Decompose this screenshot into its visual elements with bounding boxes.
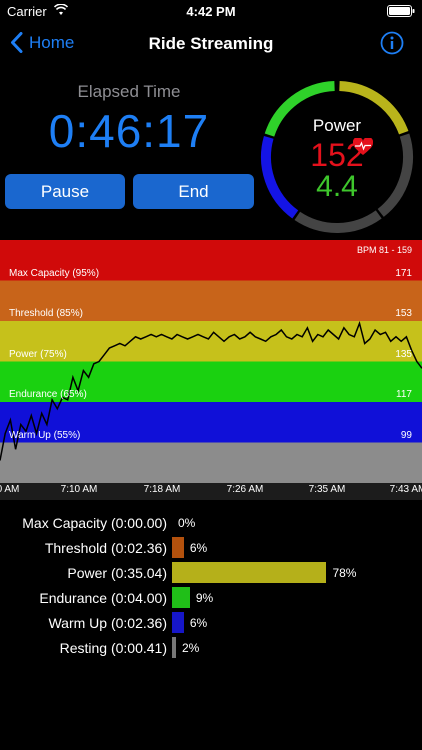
summary-bar bbox=[172, 587, 190, 608]
summary-label: Warm Up (0:02.36) bbox=[48, 615, 167, 631]
summary-label: Resting (0:00.41) bbox=[59, 640, 167, 656]
summary-row: Power (0:35.04) 78% bbox=[0, 561, 422, 586]
zone-threshold-value: 135 bbox=[395, 348, 412, 360]
end-button[interactable]: End bbox=[133, 174, 254, 209]
heart-rate-value: 152 bbox=[259, 137, 415, 174]
summary-label: Power (0:35.04) bbox=[67, 565, 167, 581]
elapsed-time-value: 0:46:17 bbox=[48, 105, 210, 157]
x-tick-label: 7:26 AM bbox=[226, 484, 264, 495]
pause-button[interactable]: Pause bbox=[5, 174, 125, 209]
status-bar: Carrier 4:42 PM bbox=[0, 0, 422, 22]
x-tick-label: 7:18 AM bbox=[143, 484, 181, 495]
summary-row: Warm Up (0:02.36) 6% bbox=[0, 611, 422, 636]
x-tick-label: 7:43 AM bbox=[389, 484, 422, 495]
heart-rate-chart-svg bbox=[0, 240, 422, 500]
gauge-arc-max bbox=[294, 210, 382, 233]
x-tick-label: 7:10 AM bbox=[60, 484, 98, 495]
zone-band bbox=[0, 442, 422, 483]
summary-bar bbox=[172, 612, 184, 633]
zone-label: Max Capacity (95%) bbox=[9, 267, 100, 279]
speed-value: 4.4 bbox=[316, 170, 358, 203]
nav-bar: Home Ride Streaming bbox=[0, 22, 422, 66]
heart-icon bbox=[353, 138, 373, 155]
zone-threshold-value: 171 bbox=[395, 267, 412, 279]
info-icon[interactable] bbox=[380, 31, 404, 55]
zone-label: Power (75%) bbox=[9, 348, 67, 360]
status-time: 4:42 PM bbox=[186, 4, 236, 19]
summary-row: Endurance (0:04.00) 9% bbox=[0, 586, 422, 611]
summary-bar bbox=[172, 537, 184, 558]
summary-percent: 6% bbox=[189, 616, 208, 630]
x-tick-label: 7:35 AM bbox=[308, 484, 346, 495]
summary-row: Threshold (0:02.36) 6% bbox=[0, 536, 422, 561]
summary-percent: 0% bbox=[178, 516, 196, 530]
battery-icon bbox=[387, 5, 415, 17]
zone-threshold-value: 117 bbox=[396, 389, 412, 400]
gauge-zone-label: Power bbox=[312, 116, 362, 135]
summary-percent: 6% bbox=[189, 541, 208, 555]
zone-label: Threshold (85%) bbox=[9, 308, 83, 319]
page-title: Ride Streaming bbox=[148, 34, 274, 53]
summary-percent: 2% bbox=[182, 641, 200, 655]
summary-label: Threshold (0:02.36) bbox=[44, 540, 167, 556]
summary-label: Max Capacity (0:00.00) bbox=[22, 515, 167, 531]
zone-label: Warm Up (55%) bbox=[9, 429, 81, 441]
summary-percent: 9% bbox=[195, 591, 214, 605]
zone-label: Endurance (65%) bbox=[9, 389, 87, 400]
summary-percent: 78% bbox=[332, 566, 357, 580]
elapsed-time-label: Elapsed Time bbox=[77, 82, 181, 101]
zone-threshold-value: 153 bbox=[395, 308, 412, 319]
summary-bar bbox=[172, 562, 327, 583]
heart-rate-chart: BPM 81 - 159 Max Capacity (95%) 171 Thresh… bbox=[0, 240, 422, 500]
summary-row: Resting (0:00.41) 2% bbox=[0, 636, 422, 661]
summary-bar bbox=[172, 637, 176, 658]
summary-row: Max Capacity (0:00.00) 0% bbox=[0, 511, 422, 536]
zone-threshold-value: 99 bbox=[400, 429, 412, 441]
bpm-range-label: BPM 81 - 159 bbox=[356, 245, 412, 255]
summary-label: Endurance (0:04.00) bbox=[39, 590, 167, 606]
x-tick-label: 0 AM bbox=[0, 484, 20, 495]
